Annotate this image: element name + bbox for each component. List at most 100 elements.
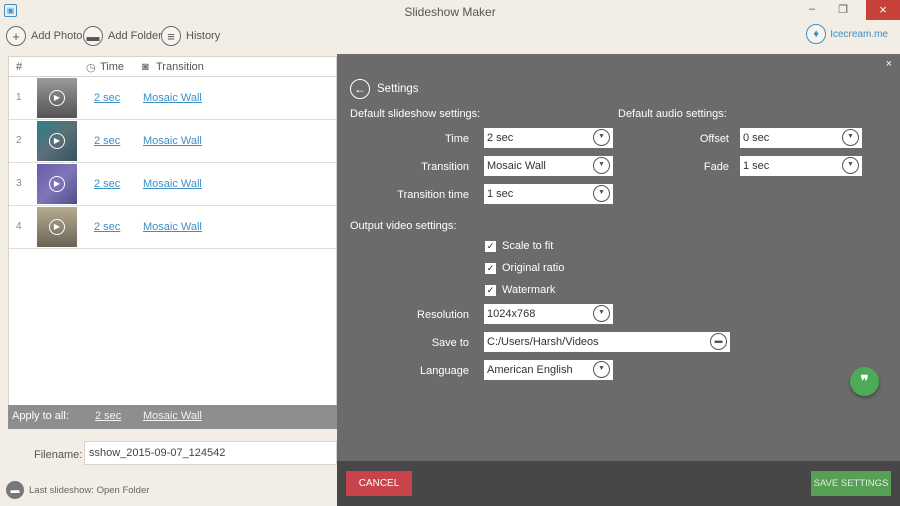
transition-label: Transition: [421, 161, 469, 173]
original-ratio-checkbox[interactable]: ✓ Original ratio: [485, 262, 564, 274]
row-transition-link[interactable]: Mosaic Wall: [143, 135, 202, 147]
resolution-value: 1024x768: [487, 308, 536, 320]
chevron-down-icon[interactable]: ▼: [593, 129, 610, 146]
time-select[interactable]: 2 sec ▼: [484, 128, 613, 148]
apply-all-transition-link[interactable]: Mosaic Wall: [143, 410, 202, 422]
row-time-link[interactable]: 2 sec: [94, 178, 120, 190]
default-audio-heading: Default audio settings:: [618, 108, 727, 120]
checkmark-icon[interactable]: ✓: [485, 262, 496, 274]
save-to-label: Save to: [431, 337, 469, 349]
apply-all-time-link[interactable]: 2 sec: [95, 410, 121, 422]
settings-panel: × ← Settings Default slideshow settings:…: [337, 54, 900, 461]
offset-select[interactable]: 0 sec ▼: [740, 128, 862, 148]
list-icon: ≡: [161, 26, 181, 46]
apply-all-label: Apply to all:: [12, 410, 69, 422]
transition-time-value: 1 sec: [487, 188, 514, 200]
fade-select[interactable]: 1 sec ▼: [740, 156, 862, 176]
folder-icon: ▬: [6, 481, 24, 499]
time-label: Time: [444, 133, 469, 145]
close-window-button[interactable]: ×: [866, 0, 900, 20]
history-label: History: [186, 30, 221, 42]
last-slideshow-label: Last slideshow: Open Folder: [29, 484, 150, 496]
folder-icon[interactable]: ▬: [710, 333, 727, 350]
history-button[interactable]: ≡ History: [161, 24, 220, 48]
back-arrow-icon[interactable]: ←: [350, 79, 370, 99]
last-slideshow-link[interactable]: ▬ Last slideshow: Open Folder: [6, 481, 149, 499]
slide-thumbnail[interactable]: ▶: [37, 207, 77, 247]
row-time-link[interactable]: 2 sec: [94, 221, 120, 233]
checkmark-icon[interactable]: ✓: [485, 240, 496, 252]
chevron-down-icon[interactable]: ▼: [593, 361, 610, 378]
slide-thumbnail[interactable]: ▶: [37, 164, 77, 204]
row-time-link[interactable]: 2 sec: [94, 92, 120, 104]
list-item[interactable]: 1 ▶ 2 sec Mosaic Wall: [9, 77, 336, 120]
play-icon[interactable]: ▶: [49, 176, 65, 192]
slide-list: # ◷ Time ◙ Transition 1 ▶ 2 sec Mosaic W…: [8, 56, 337, 406]
list-item[interactable]: 2 ▶ 2 sec Mosaic Wall: [9, 120, 336, 163]
row-number: 4: [16, 221, 22, 232]
filename-label: Filename:: [34, 449, 83, 461]
row-number: 3: [16, 178, 22, 189]
add-photo-button[interactable]: + Add Photo: [6, 24, 82, 48]
header-transition[interactable]: Transition: [156, 61, 204, 73]
add-folder-button[interactable]: ▬ Add Folder: [83, 24, 162, 48]
brand-link[interactable]: ♦ Icecream.me: [806, 24, 888, 44]
chevron-down-icon[interactable]: ▼: [593, 185, 610, 202]
offset-value: 0 sec: [743, 132, 770, 144]
watermark-checkbox[interactable]: ✓ Watermark: [485, 284, 555, 296]
add-folder-label: Add Folder: [108, 30, 162, 42]
brand-label: Icecream.me: [830, 28, 888, 40]
toolbar: + Add Photo ▬ Add Folder ≡ History ♦ Ice…: [0, 22, 900, 54]
settings-header[interactable]: ← Settings: [350, 79, 419, 99]
row-number: 1: [16, 92, 22, 103]
scale-to-fit-label: Scale to fit: [502, 240, 554, 252]
clock-icon: ◷: [86, 62, 96, 74]
header-num: #: [16, 61, 23, 73]
slide-thumbnail[interactable]: ▶: [37, 121, 77, 161]
close-icon[interactable]: ×: [886, 58, 892, 70]
original-ratio-label: Original ratio: [502, 262, 565, 274]
language-value: American English: [487, 364, 573, 376]
chevron-down-icon[interactable]: ▼: [593, 157, 610, 174]
header-time[interactable]: Time: [100, 61, 124, 73]
play-icon[interactable]: ▶: [49, 90, 65, 106]
play-icon[interactable]: ▶: [49, 133, 65, 149]
settings-title: Settings: [377, 83, 419, 95]
language-select[interactable]: American English ▼: [484, 360, 613, 380]
fade-label: Fade: [703, 161, 729, 173]
icecream-logo-icon: ♦: [806, 24, 827, 44]
transition-time-select[interactable]: 1 sec ▼: [484, 184, 613, 204]
filename-input[interactable]: sshow_2015-09-07_124542: [84, 441, 337, 465]
checkmark-icon[interactable]: ✓: [485, 284, 496, 296]
list-item[interactable]: 3 ▶ 2 sec Mosaic Wall: [9, 163, 336, 206]
minimize-icon[interactable]: –: [803, 3, 821, 15]
resolution-select[interactable]: 1024x768 ▼: [484, 304, 613, 324]
list-item[interactable]: 4 ▶ 2 sec Mosaic Wall: [9, 206, 336, 249]
row-transition-link[interactable]: Mosaic Wall: [143, 221, 202, 233]
play-icon[interactable]: ▶: [49, 219, 65, 235]
chevron-down-icon[interactable]: ▼: [593, 305, 610, 322]
offset-label: Offset: [699, 133, 729, 145]
save-settings-button[interactable]: SAVE SETTINGS: [811, 471, 891, 496]
transition-value: Mosaic Wall: [487, 160, 546, 172]
row-number: 2: [16, 135, 22, 146]
default-slideshow-heading: Default slideshow settings:: [350, 108, 481, 120]
transition-time-label: Transition time: [397, 189, 469, 201]
fade-value: 1 sec: [743, 160, 770, 172]
resolution-label: Resolution: [417, 309, 469, 321]
restore-icon[interactable]: ❐: [834, 3, 852, 16]
slide-thumbnail[interactable]: ▶: [37, 78, 77, 118]
plus-icon: +: [6, 26, 26, 46]
cancel-button[interactable]: CANCEL: [346, 471, 412, 496]
row-transition-link[interactable]: Mosaic Wall: [143, 178, 202, 190]
transition-select[interactable]: Mosaic Wall ▼: [484, 156, 613, 176]
feedback-quote-icon[interactable]: ❞: [850, 367, 879, 396]
chevron-down-icon[interactable]: ▼: [842, 157, 859, 174]
chevron-down-icon[interactable]: ▼: [842, 129, 859, 146]
row-transition-link[interactable]: Mosaic Wall: [143, 92, 202, 104]
output-video-heading: Output video settings:: [350, 220, 457, 232]
save-to-field[interactable]: C:/Users/Harsh/Videos ▬: [484, 332, 730, 352]
row-time-link[interactable]: 2 sec: [94, 135, 120, 147]
scale-to-fit-checkbox[interactable]: ✓ Scale to fit: [485, 240, 553, 252]
left-panel: # ◷ Time ◙ Transition 1 ▶ 2 sec Mosaic W…: [0, 54, 337, 506]
